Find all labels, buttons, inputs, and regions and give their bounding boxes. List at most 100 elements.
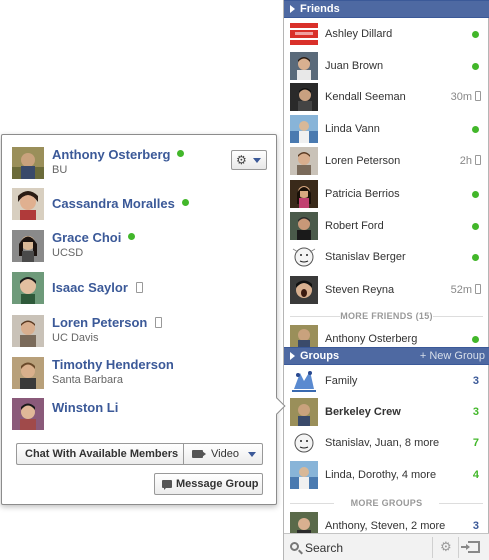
group-members-flyout: Anthony Osterberg BU ⚙ Cassandra Moralle… [1,134,277,505]
member-winston-li[interactable]: Winston Li [12,398,272,432]
online-status-icon [128,233,136,240]
member-network: Santa Barbara [52,374,123,386]
member-name: Cassandra Moralles [52,196,175,211]
friend-name: Linda Vann [325,123,380,135]
hide-sidebar-icon[interactable] [461,541,480,553]
group-online-count: 4 [472,469,479,481]
avatar [290,212,318,240]
member-network: UC Davis [52,332,99,344]
friend-row-linda-vann[interactable]: Linda Vann [284,114,489,145]
idle-time: 2h [459,155,472,167]
avatar [290,512,318,533]
friends-section-header[interactable]: Friends [284,0,489,18]
chevron-down-icon [248,452,256,457]
friend-name: Steven Reyna [325,284,395,296]
avatar [12,188,44,220]
group-row-family[interactable]: Family 3 [284,366,489,397]
chat-sidebar: Friends Ashley Dillard Juan Brown Kendal… [283,0,489,560]
avatar [290,461,318,489]
friend-name: Ashley Dillard [325,28,393,40]
avatar [290,429,318,457]
online-status-icon [472,223,479,230]
avatar [12,315,44,347]
member-name: Anthony Osterberg [52,147,171,162]
divider [458,537,459,558]
friend-name: Loren Peterson [325,155,401,167]
groups-section-header[interactable]: Groups + New Group [284,347,489,365]
member-name: Winston Li [52,400,119,415]
member-cassandra-moralles[interactable]: Cassandra Moralles [12,188,272,222]
video-call-button[interactable]: Video [183,443,263,465]
chevron-down-icon [253,158,261,163]
group-row-linda-dorothy[interactable]: Linda, Dorothy, 4 more 4 [284,460,489,491]
expand-triangle-icon [290,5,295,13]
search-input[interactable] [303,538,428,557]
group-online-count: 3 [472,406,479,418]
group-name: Linda, Dorothy, 4 more [325,469,437,481]
avatar [290,325,318,347]
video-camera-icon [192,450,203,458]
friend-name: Robert Ford [325,220,384,232]
group-online-count: 3 [472,520,479,532]
gear-icon: ⚙ [236,153,247,167]
message-group-button[interactable]: Message Group [154,473,263,495]
idle-time: 52m [450,284,472,296]
avatar [12,357,44,389]
expand-triangle-icon [290,352,295,360]
chat-search-bar: ⚙ [284,533,489,560]
online-status-icon [181,199,189,206]
group-settings-button[interactable]: ⚙ [231,150,267,170]
friend-row-steven-reyna[interactable]: Steven Reyna 52m [284,275,489,306]
member-name: Grace Choi [52,230,122,245]
friend-row-loren-peterson[interactable]: Loren Peterson 2h [284,146,489,177]
friend-row-robert-ford[interactable]: Robert Ford [284,211,489,242]
avatar [12,272,44,304]
group-name: Stanislav, Juan, 8 more [325,437,440,449]
group-online-count: 7 [472,437,479,449]
avatar [290,180,318,208]
avatar [12,230,44,262]
member-name: Isaac Saylor [52,280,128,295]
message-bubble-icon [162,480,172,490]
friend-row-ashley-dillard[interactable]: Ashley Dillard [284,19,489,50]
online-status-icon [472,336,479,343]
avatar [290,83,318,111]
member-loren-peterson[interactable]: Loren Peterson UC Davis [12,315,272,349]
avatar [290,20,318,48]
avatar [290,115,318,143]
member-isaac-saylor[interactable]: Isaac Saylor [12,272,272,306]
avatar [12,398,44,430]
member-name: Loren Peterson [52,315,148,330]
mobile-phone-icon [475,91,481,101]
new-group-link[interactable]: + New Group [420,348,485,364]
online-status-icon [472,31,479,38]
online-status-icon [472,63,479,70]
group-name: Anthony, Steven, 2 more [325,520,446,532]
divider [432,537,433,558]
friend-row-anthony-osterberg[interactable]: Anthony Osterberg [284,324,489,348]
idle-time: 30m [450,91,472,103]
online-status-icon [177,150,185,157]
member-timothy-henderson[interactable]: Timothy Henderson Santa Barbara [12,357,272,391]
group-row-stanislav-juan[interactable]: Stanislav, Juan, 8 more 7 [284,428,489,459]
member-grace-choi[interactable]: Grace Choi UCSD [12,230,272,264]
group-row-anthony-steven[interactable]: Anthony, Steven, 2 more 3 [284,511,489,533]
mobile-phone-icon [475,155,481,165]
group-row-berkeley-crew[interactable]: Berkeley Crew 3 [284,397,489,428]
friend-row-kendall-seeman[interactable]: Kendall Seeman 30m [284,82,489,113]
search-icon [290,542,299,551]
avatar [290,398,318,426]
chat-with-available-members-button[interactable]: Chat With Available Members [16,443,184,465]
gear-icon[interactable]: ⚙ [440,539,452,555]
online-status-icon [472,254,479,261]
group-name: Berkeley Crew [325,406,401,418]
mobile-phone-icon [155,317,163,328]
friend-name: Juan Brown [325,60,384,72]
friend-row-stanislav-berger[interactable]: Stanislav Berger [284,242,489,273]
group-name: Family [325,375,358,387]
online-status-icon [472,126,479,133]
more-groups-divider: MORE GROUPS [290,496,483,510]
friend-name: Kendall Seeman [325,91,406,103]
friend-row-patricia-berrios[interactable]: Patricia Berrios [284,179,489,210]
friend-row-juan-brown[interactable]: Juan Brown [284,51,489,82]
